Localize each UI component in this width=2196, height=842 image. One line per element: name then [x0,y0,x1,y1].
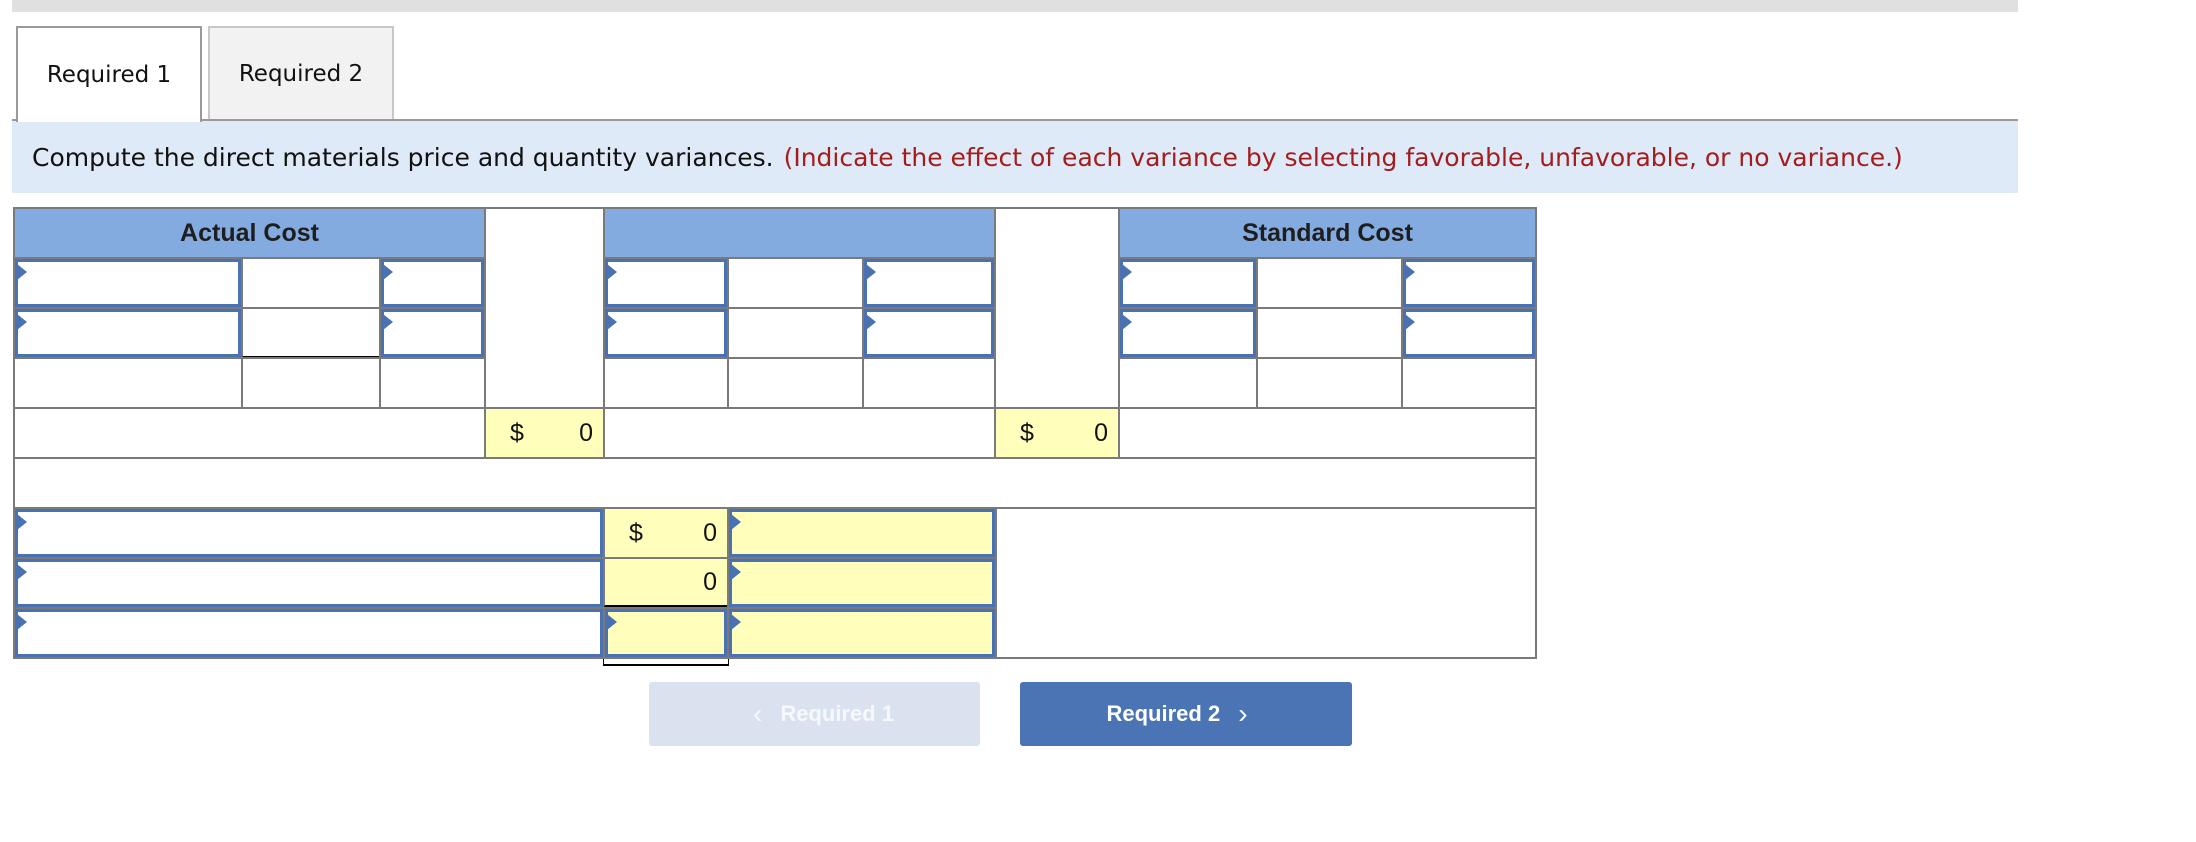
middle-total-value: $ 0 [994,407,1120,459]
tab-required-1[interactable]: Required 1 [16,26,202,122]
standard-row3-cell [1256,357,1403,409]
standard-row2-input[interactable] [1256,307,1403,359]
middle-row2-input[interactable] [727,307,864,359]
dropdown-indicator-icon [1122,314,1132,330]
header-middle [603,207,997,259]
actual-row1-quantity-input[interactable] [13,257,243,309]
dropdown-indicator-icon [607,314,617,330]
chevron-left-icon: ‹ [752,698,763,729]
amount: 0 [1094,418,1108,447]
variance-1-label-select[interactable] [13,507,605,559]
dropdown-indicator-icon [866,314,876,330]
actual-row2-select[interactable] [379,307,486,359]
standard-row3-cell [1401,357,1537,409]
next-required-2-button[interactable]: Required 2 › [1020,682,1352,746]
standard-row1-select-a[interactable] [1118,257,1258,309]
prev-button-label: Required 1 [780,701,895,726]
variance-blank-area [994,507,1537,659]
standard-row2-select-b[interactable] [1401,307,1537,359]
actual-row2-quantity-input[interactable] [13,307,243,359]
actual-total-label-cell [13,407,486,459]
variance-total-amount-input[interactable] [603,607,729,659]
top-progress-bar [12,0,2018,12]
middle-row2-select-b[interactable] [862,307,996,359]
middle-row3-cell [727,357,864,409]
actual-row1-input[interactable] [241,257,381,309]
middle-row3-cell [603,357,729,409]
dropdown-indicator-icon [17,614,27,630]
currency-symbol: $ [629,518,643,547]
dropdown-indicator-icon [866,264,876,280]
variance-1-amount: $ 0 [603,507,729,559]
dropdown-indicator-icon [17,264,27,280]
middle-row3-cell [862,357,996,409]
standard-row1-input[interactable] [1256,257,1403,309]
variance-total-effect-select[interactable] [727,607,997,659]
variance-2-label-select[interactable] [13,557,605,609]
dropdown-indicator-icon [1405,264,1415,280]
standard-row1-select-b[interactable] [1401,257,1537,309]
variance-2-amount: 0 [603,557,729,609]
spacer-column-2 [994,207,1120,409]
instruction-band: Compute the direct materials price and q… [12,121,2018,193]
standard-total-label-cell [1118,407,1537,459]
middle-row2-select-a[interactable] [603,307,729,359]
variance-2-effect-select[interactable] [727,557,997,609]
dropdown-indicator-icon [731,614,741,630]
variance-1-effect-select[interactable] [727,507,997,559]
actual-row3-cell [13,357,243,409]
amount: 0 [703,518,717,547]
dropdown-indicator-icon [17,564,27,580]
middle-row1-input[interactable] [727,257,864,309]
header-standard-cost: Standard Cost [1118,207,1537,259]
dropdown-indicator-icon [383,264,393,280]
next-button-label: Required 2 [1106,701,1221,726]
instruction-note: (Indicate the effect of each variance by… [783,142,1903,172]
currency-symbol: $ [1020,418,1034,447]
actual-row3-cell [379,357,486,409]
dropdown-indicator-icon [383,314,393,330]
tab-required-2[interactable]: Required 2 [208,26,394,119]
header-actual-cost: Actual Cost [13,207,486,259]
standard-row3-cell [1118,357,1258,409]
actual-row1-select[interactable] [379,257,486,309]
instruction-text: Compute the direct materials price and q… [32,142,774,172]
actual-row3-cell [241,357,381,409]
actual-row2-input[interactable] [241,307,381,359]
standard-row2-select-a[interactable] [1118,307,1258,359]
dropdown-indicator-icon [731,564,741,580]
middle-row1-select-b[interactable] [862,257,996,309]
dropdown-indicator-icon [607,264,617,280]
middle-total-label-cell [603,407,997,459]
currency-symbol: $ [510,418,524,447]
variance-total-label-select[interactable] [13,607,605,659]
tab-bar: Required 1 Required 2 [12,26,2018,122]
amount: 0 [579,418,593,447]
prev-required-1-button[interactable]: ‹ Required 1 [649,682,980,746]
dropdown-indicator-icon [17,314,27,330]
middle-row1-select-a[interactable] [603,257,729,309]
actual-total-value: $ 0 [484,407,605,459]
dropdown-indicator-icon [607,614,617,630]
spacer-row [13,457,1537,509]
dropdown-indicator-icon [17,514,27,530]
chevron-right-icon: › [1238,698,1248,729]
dropdown-indicator-icon [731,514,741,530]
amount: 0 [703,567,717,596]
dropdown-indicator-icon [1122,264,1132,280]
dropdown-indicator-icon [1405,314,1415,330]
